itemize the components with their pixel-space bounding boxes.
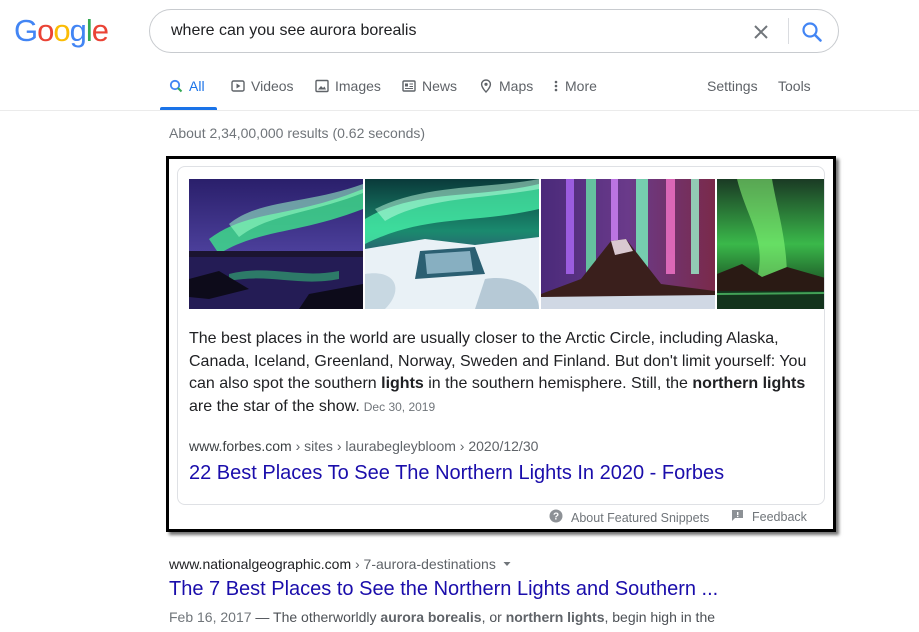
settings-link[interactable]: Settings xyxy=(707,78,758,94)
aurora-waterfall-image[interactable] xyxy=(365,179,539,309)
search-tabs: All Videos Images News Maps More Setting… xyxy=(0,70,919,110)
video-icon xyxy=(231,79,245,93)
tab-label: Maps xyxy=(499,78,534,94)
snippet-title-link[interactable]: 22 Best Places To See The Northern Light… xyxy=(189,462,724,485)
snippet-text: The best places in the world are usually… xyxy=(189,328,809,418)
image-icon xyxy=(315,79,329,93)
snippet-text-part: — The otherworldly xyxy=(251,609,381,625)
featured-snippet: The best places in the world are usually… xyxy=(177,166,825,505)
featured-snippet-highlight: The best places in the world are usually… xyxy=(166,156,836,532)
aurora-lake-image[interactable] xyxy=(189,179,363,309)
feedback-label: Feedback xyxy=(752,510,807,524)
snippet-bold: lights xyxy=(381,375,424,392)
map-pin-icon xyxy=(479,79,493,93)
tabs-divider xyxy=(0,110,919,111)
snippet-footer: ? About Featured Snippets Feedback xyxy=(169,507,833,529)
result-title-link[interactable]: The 7 Best Places to See the Northern Li… xyxy=(169,578,718,601)
aurora-green-image[interactable] xyxy=(717,179,824,309)
google-logo[interactable]: Google xyxy=(14,13,109,49)
logo-letter: o xyxy=(37,13,54,48)
logo-letter: e xyxy=(91,13,109,48)
news-icon xyxy=(402,79,416,93)
tab-label: All xyxy=(189,78,205,94)
snippet-text-part: are the star of the show. xyxy=(189,397,360,415)
tools-link[interactable]: Tools xyxy=(778,78,811,94)
tab-maps[interactable]: Maps xyxy=(479,78,533,94)
tab-news[interactable]: News xyxy=(402,78,457,94)
help-icon: ? xyxy=(549,509,563,526)
result-date: Feb 16, 2017 xyxy=(169,609,252,625)
snippet-bold: northern lights xyxy=(692,375,806,392)
more-vert-icon xyxy=(553,79,559,93)
tab-label: News xyxy=(422,78,458,94)
cite-domain: www.forbes.com xyxy=(189,438,292,454)
snippet-bold: northern lights xyxy=(505,609,605,625)
result-stats: About 2,34,00,000 results (0.62 seconds) xyxy=(169,125,426,141)
logo-letter: G xyxy=(14,13,38,48)
snippet-bold: aurora borealis xyxy=(380,609,482,625)
logo-letter: o xyxy=(53,13,70,48)
result-cite[interactable]: www.nationalgeographic.com › 7-aurora-de… xyxy=(169,556,512,572)
snippet-text-part: , begin high in the xyxy=(604,609,716,625)
aurora-mountain-image[interactable] xyxy=(541,179,715,309)
search-box[interactable]: where can you see aurora borealis xyxy=(149,9,839,53)
snippet-text-part: in the southern hemisphere. Still, the xyxy=(423,375,693,392)
feedback-icon xyxy=(731,509,744,525)
tab-label: Images xyxy=(335,78,381,94)
search-icon xyxy=(169,79,183,93)
search-divider xyxy=(788,18,789,44)
about-label: About Featured Snippets xyxy=(571,510,710,525)
feedback-link[interactable]: Feedback xyxy=(731,509,807,525)
cite-path: › 7-aurora-destinations xyxy=(351,556,496,572)
cite-domain: www.nationalgeographic.com xyxy=(169,556,352,572)
image-strip xyxy=(189,179,824,309)
clear-icon[interactable] xyxy=(748,19,774,45)
about-featured-snippets-link[interactable]: ? About Featured Snippets xyxy=(549,509,709,526)
snippet-text-part: , or xyxy=(481,609,506,625)
search-icon[interactable] xyxy=(799,19,825,45)
tab-label: More xyxy=(565,78,597,94)
cite-path: › sites › laurabegleybloom › 2020/12/30 xyxy=(291,438,539,454)
tab-label: Videos xyxy=(251,78,294,94)
search-input[interactable]: where can you see aurora borealis xyxy=(171,22,416,40)
snippet-date: Dec 30, 2019 xyxy=(363,399,436,414)
caret-down-icon[interactable] xyxy=(502,556,512,572)
snippet-cite[interactable]: www.forbes.com › sites › laurabegleybloo… xyxy=(189,438,538,454)
tab-videos[interactable]: Videos xyxy=(231,78,294,94)
tab-more[interactable]: More xyxy=(553,78,597,94)
svg-text:?: ? xyxy=(553,512,559,523)
logo-letter: g xyxy=(69,13,87,48)
tab-all[interactable]: All xyxy=(169,78,205,94)
tab-images[interactable]: Images xyxy=(315,78,381,94)
result-snippet: Feb 16, 2017 — The otherworldly aurora b… xyxy=(169,609,715,625)
